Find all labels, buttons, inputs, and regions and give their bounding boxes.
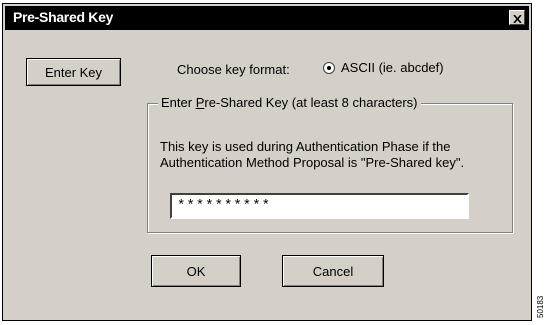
dialog-title: Pre-Shared Key <box>13 9 114 25</box>
close-icon <box>512 14 522 23</box>
key-description: This key is used during Authentication P… <box>160 139 465 170</box>
ascii-radio-label: ASCII (ie. abcdef) <box>341 60 444 75</box>
enter-key-button[interactable]: Enter Key <box>26 58 121 86</box>
figure-number: 50183 <box>536 295 545 318</box>
ok-button[interactable]: OK <box>151 255 241 287</box>
key-format-label: Choose key format: <box>177 62 290 77</box>
radio-selected-icon[interactable] <box>323 61 335 74</box>
group-legend: Enter Pre-Shared Key (at least 8 charact… <box>158 95 421 110</box>
group-legend-prefix: Enter <box>161 95 196 110</box>
pre-shared-key-input[interactable] <box>170 193 469 219</box>
title-bar[interactable]: Pre-Shared Key <box>5 6 529 30</box>
close-button[interactable] <box>509 10 525 25</box>
ascii-radio-option[interactable]: ASCII (ie. abcdef) <box>323 60 444 75</box>
cancel-button[interactable]: Cancel <box>282 255 384 287</box>
group-legend-rest: re-Shared Key (at least 8 characters) <box>204 95 418 110</box>
